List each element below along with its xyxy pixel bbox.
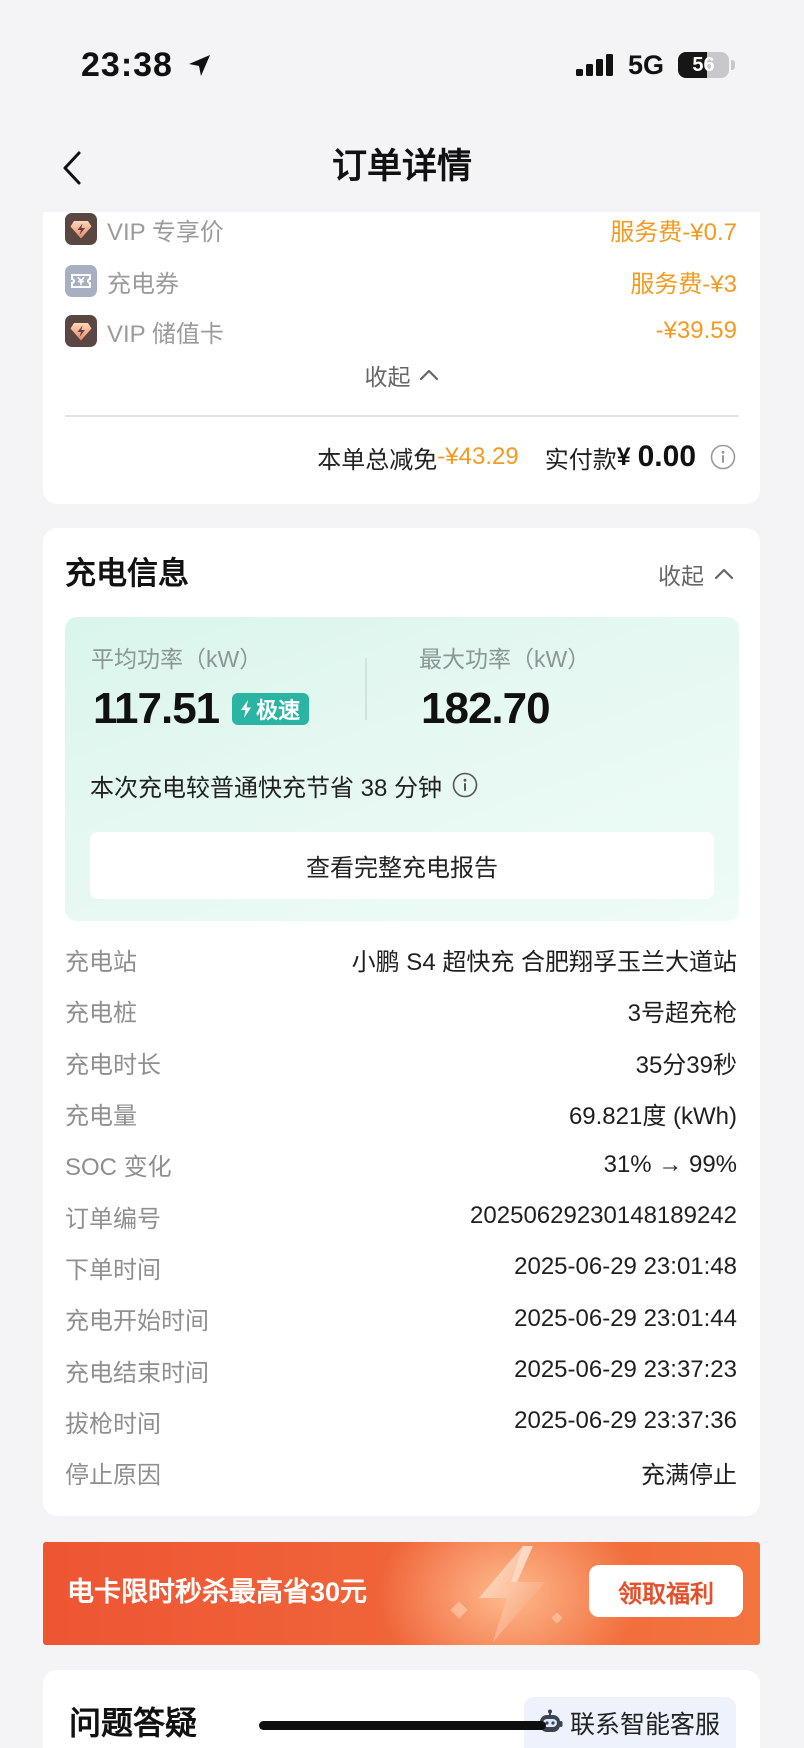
avg-power-group: 117.51 极速 [93, 684, 310, 733]
coupon-icon [65, 265, 97, 297]
discount-value: -¥39.59 [655, 317, 737, 344]
payment-summary: 本单总减免 -¥43.29 实付款 ¥ 0.00 [317, 439, 736, 475]
detail-value: 充满停止 [641, 1462, 737, 1490]
detail-label: SOC 变化 [65, 1154, 172, 1182]
paid-label: 实付款 [544, 446, 617, 474]
discount-value: 服务费-¥3 [630, 270, 737, 298]
discount-label: 充电券 [107, 270, 179, 298]
status-time: 23:38 [81, 46, 173, 84]
page-title: 订单详情 [331, 147, 472, 186]
contact-ai-support-label: 联系智能客服 [570, 1710, 721, 1739]
detail-label: 充电桩 [65, 1000, 137, 1028]
power-summary-panel: 平均功率（kW） 117.51 极速 最大功率（kW） 182.70 本次充电较… [65, 617, 739, 921]
signal-bars-icon [576, 54, 613, 76]
detail-label: 充电量 [65, 1103, 137, 1131]
discount-row-vip-price: VIP 专享价 服务费-¥0.7 [65, 212, 737, 246]
detail-row-soc: SOC 变化 31% → 99% [65, 1139, 737, 1190]
discount-label: VIP 储值卡 [107, 320, 224, 348]
promo-banner-text: 电卡限时秒杀最高省30元 [67, 1577, 368, 1607]
detail-row-end-time: 充电结束时间 2025-06-29 23:37:23 [65, 1344, 737, 1395]
lightning-icon [241, 700, 252, 718]
detail-label: 订单编号 [65, 1205, 161, 1233]
detail-row-station: 充电站 小鹏 S4 超快充 合肥翔孚玉兰大道站 [65, 934, 737, 985]
detail-value: 2025-06-29 23:37:36 [514, 1407, 737, 1435]
detail-row-stop-reason: 停止原因 充满停止 [65, 1447, 737, 1498]
lightning-decoration-icon [450, 1546, 563, 1642]
paid-currency: ¥ [616, 442, 631, 471]
network-type: 5G [628, 50, 665, 80]
detail-label: 充电结束时间 [65, 1359, 209, 1387]
detail-value: 35分39秒 [635, 1051, 737, 1079]
faq-card: 问题答疑 联系智能客服 [43, 1670, 760, 1748]
claim-benefit-button[interactable]: 领取福利 [589, 1565, 743, 1617]
avg-power-value: 117.51 [93, 684, 220, 733]
avg-power-label: 平均功率（kW） [91, 646, 263, 672]
home-indicator[interactable] [259, 1721, 546, 1730]
detail-row-charger: 充电桩 3号超充枪 [65, 985, 737, 1036]
discount-card: VIP 专享价 服务费-¥0.7 充电券 服务费-¥3 VIP 储值卡 -¥39… [43, 212, 760, 504]
view-full-report-button[interactable]: 查看完整充电报告 [90, 832, 714, 899]
claim-benefit-label: 领取福利 [618, 1580, 714, 1608]
chevron-left-icon [63, 151, 81, 185]
report-button-label: 查看完整充电报告 [306, 855, 498, 882]
location-arrow-icon [189, 55, 210, 76]
discount-collapse-toggle[interactable]: 收起 [43, 358, 760, 392]
faq-title: 问题答疑 [69, 1705, 198, 1741]
detail-label: 充电开始时间 [65, 1308, 209, 1336]
total-discount-label: 本单总减免 [317, 446, 438, 474]
discount-row-coupon: 充电券 服务费-¥3 [65, 264, 737, 298]
section-title: 充电信息 [65, 556, 189, 591]
detail-value: 2025-06-29 23:01:44 [514, 1304, 737, 1332]
max-power-group: 182.70 [421, 684, 551, 733]
discount-row-vip-stored-card: VIP 储值卡 -¥39.59 [65, 314, 737, 348]
detail-row-energy: 充电量 69.821度 (kWh) [65, 1088, 737, 1139]
info-icon[interactable] [452, 772, 478, 798]
time-saving-text: 本次充电较普通快充节省 38 分钟 [90, 774, 443, 802]
paid-amount: 0.00 [637, 440, 696, 473]
detail-value: 2025-06-29 23:37:23 [514, 1356, 737, 1384]
detail-label: 充电时长 [65, 1051, 161, 1079]
detail-row-unplug-time: 拔枪时间 2025-06-29 23:37:36 [65, 1396, 737, 1447]
charging-detail-list: 充电站 小鹏 S4 超快充 合肥翔孚玉兰大道站 充电桩 3号超充枪 充电时长 3… [65, 934, 737, 1498]
max-power-label: 最大功率（kW） [419, 646, 591, 672]
chevron-up-icon [714, 568, 734, 580]
back-button[interactable] [56, 149, 88, 187]
battery-icon: 56 [678, 52, 729, 78]
detail-value: 20250629230148189242 [470, 1202, 737, 1230]
max-power-value: 182.70 [421, 684, 551, 733]
vip-gem-icon [65, 315, 97, 347]
detail-value: 2025-06-29 23:01:48 [514, 1253, 737, 1281]
detail-row-duration: 充电时长 35分39秒 [65, 1037, 737, 1088]
detail-label: 拔枪时间 [65, 1410, 161, 1438]
total-discount-value: -¥43.29 [437, 443, 519, 470]
collapse-label: 收起 [658, 563, 704, 589]
detail-label: 停止原因 [65, 1462, 161, 1490]
detail-value: 31% → 99% [603, 1150, 737, 1178]
battery-percentage: 56 [692, 54, 715, 76]
detail-value: 小鹏 S4 超快充 合肥翔孚玉兰大道站 [351, 949, 737, 977]
time-saving-note: 本次充电较普通快充节省 38 分钟 [90, 771, 478, 802]
detail-value: 3号超充枪 [627, 1000, 737, 1028]
contact-ai-support-button[interactable]: 联系智能客服 [524, 1697, 736, 1748]
chevron-up-icon [419, 369, 438, 381]
detail-row-start-time: 充电开始时间 2025-06-29 23:01:44 [65, 1293, 737, 1344]
info-icon[interactable] [710, 444, 736, 470]
speed-badge: 极速 [232, 693, 310, 725]
vertical-divider [365, 658, 367, 720]
detail-label: 充电站 [65, 949, 137, 977]
divider [65, 415, 739, 417]
charging-info-card: 充电信息 收起 平均功率（kW） 117.51 极速 最大功率（kW） 182.… [43, 528, 760, 1516]
charging-collapse-toggle[interactable]: 收起 [658, 556, 734, 592]
detail-row-order-time: 下单时间 2025-06-29 23:01:48 [65, 1242, 737, 1293]
detail-label: 下单时间 [65, 1256, 161, 1284]
discount-value: 服务费-¥0.7 [610, 218, 737, 246]
battery-tip [731, 60, 735, 70]
discount-label: VIP 专享价 [107, 218, 224, 246]
speed-badge-label: 极速 [256, 698, 301, 723]
vip-gem-icon [65, 213, 97, 245]
detail-value: 69.821度 (kWh) [568, 1103, 737, 1131]
promo-banner[interactable]: 电卡限时秒杀最高省30元 领取福利 [43, 1542, 760, 1645]
collapse-label: 收起 [364, 364, 411, 390]
detail-row-order-number: 订单编号 20250629230148189242 [65, 1190, 737, 1241]
